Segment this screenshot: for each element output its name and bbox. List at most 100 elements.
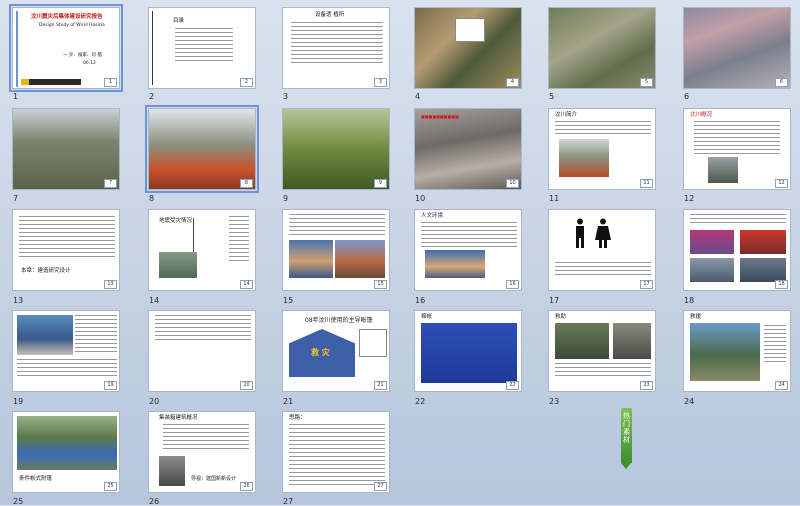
- slide-number: 3: [283, 92, 289, 101]
- slide-number: 5: [549, 92, 555, 101]
- slide-photo: [289, 240, 333, 278]
- slide-thumbnail[interactable]: 8: [145, 105, 259, 193]
- page-indicator: 17: [640, 280, 653, 289]
- slide-thumbnail[interactable]: 棉帐 22: [414, 310, 522, 392]
- slide-photo: [740, 258, 786, 282]
- page-indicator: 7: [104, 179, 117, 188]
- page-indicator: 25: [104, 482, 117, 491]
- slide-number: 22: [415, 397, 426, 406]
- slide-thumbnail[interactable]: 汶川震灾后集体建设研究报告 Design Study of Wirid Hasi…: [9, 4, 123, 92]
- slide-thumbnail[interactable]: 救援 24: [683, 310, 791, 392]
- slide-thumbnail[interactable]: 18: [683, 209, 791, 291]
- slide-thumbnail[interactable]: 15: [282, 209, 390, 291]
- slide-thumbnail[interactable]: 4: [414, 7, 522, 89]
- slide-thumbnail[interactable]: 救助 23: [548, 310, 656, 392]
- slide-thumbnail[interactable]: 7: [12, 108, 120, 190]
- slide-thumbnail[interactable]: 设备遗 植所 3: [282, 7, 390, 89]
- slide-number: 23: [549, 397, 560, 406]
- page-indicator: 4: [506, 78, 519, 87]
- tent-banner: 救 灾: [311, 348, 330, 357]
- slide-title: 设备遗 植所: [315, 12, 345, 18]
- text-block: [163, 424, 249, 452]
- slide-thumbnail[interactable]: 人文环境 16: [414, 209, 522, 291]
- text-block: [175, 28, 233, 62]
- slide-title: 北川概况: [690, 112, 713, 118]
- text-block: [75, 315, 117, 355]
- text-block: [555, 121, 651, 137]
- slide-thumbnail[interactable]: 08年汶川使用的主导帐篷 救 灾 21: [282, 310, 390, 392]
- slide-thumbnail[interactable]: 6: [683, 7, 791, 89]
- slide-thumbnail[interactable]: 集装箱建筑概况 导视：建国新新设计 26: [148, 411, 256, 493]
- slide-thumbnail[interactable]: 目录 2: [148, 7, 256, 89]
- slide-title: 地震受灾情况: [159, 218, 193, 224]
- connector-lines: [193, 218, 226, 262]
- page-indicator: 10: [506, 179, 519, 188]
- slide-thumbnail[interactable]: 思路： 27: [282, 411, 390, 493]
- slide-title: 人文环境: [421, 213, 444, 219]
- slide-thumbnail[interactable]: ■■■■■■■■■■ 10: [414, 108, 522, 190]
- text-block: [155, 315, 251, 343]
- frame-line: [16, 11, 18, 87]
- slide-number: 7: [13, 194, 19, 203]
- page-indicator: 24: [775, 381, 788, 390]
- page-indicator: 9: [374, 179, 387, 188]
- slide-subtitle: Design Study of Wirid Hasiria: [39, 23, 105, 28]
- page-indicator: 27: [374, 482, 387, 491]
- slide-title: 集装箱建筑概况: [159, 415, 198, 421]
- slide-number: 20: [149, 397, 160, 406]
- slide-thumbnail[interactable]: 20: [148, 310, 256, 392]
- slide-number: 12: [684, 194, 695, 203]
- slide-title: 救援: [690, 314, 702, 320]
- page-indicator: 5: [640, 78, 653, 87]
- slide-author: 一 岁、候家、刘 猶: [63, 53, 102, 58]
- slide-photo: [17, 315, 73, 355]
- text-block: [229, 216, 249, 262]
- page-indicator: 23: [640, 381, 653, 390]
- slide-date: 06.12: [83, 61, 96, 66]
- text-block: [555, 262, 651, 278]
- slide-photo: [159, 252, 197, 278]
- slide-thumbnail[interactable]: 本章：建造研究设计 13: [12, 209, 120, 291]
- slide-photo: [425, 250, 485, 278]
- slide-thumbnail[interactable]: 地震受灾情况 14: [148, 209, 256, 291]
- text-block: [289, 424, 385, 486]
- slide-thumbnail[interactable]: 汶川简介 11: [548, 108, 656, 190]
- slide-title: 汶川简介: [555, 112, 578, 118]
- slide-title: 棉帐: [421, 314, 433, 320]
- text-block: [555, 363, 651, 379]
- hot-materials-tag[interactable]: 热门素材: [621, 408, 632, 469]
- text-block: [17, 359, 117, 379]
- slide-number: 9: [283, 194, 289, 203]
- slide-footer: 导视：建国新新设计: [191, 476, 237, 482]
- logo-mark: [21, 79, 29, 85]
- slide-title: 08年汶川使用的主导帐篷: [305, 317, 373, 324]
- slide-number: 16: [415, 296, 426, 305]
- slide-number: 6: [684, 92, 690, 101]
- slide-thumbnail[interactable]: 北川概况 12: [683, 108, 791, 190]
- slide-number: 1: [13, 92, 19, 101]
- slide-photo: [159, 456, 185, 486]
- slide-number: 11: [549, 194, 560, 203]
- slide-thumbnail[interactable]: 5: [548, 7, 656, 89]
- slide-number: 15: [283, 296, 294, 305]
- slide-photo: [690, 258, 734, 282]
- slide-number: 14: [149, 296, 160, 305]
- page-indicator: 8: [240, 179, 253, 188]
- page-indicator: 22: [506, 381, 519, 390]
- slide-title: 救助: [555, 314, 567, 320]
- slide-photo: [740, 230, 786, 254]
- page-indicator: 20: [240, 381, 253, 390]
- slide-thumbnail[interactable]: 9: [282, 108, 390, 190]
- page-indicator: 3: [374, 78, 387, 87]
- slide-photo: [555, 323, 609, 359]
- slide-thumbnail[interactable]: 19: [12, 310, 120, 392]
- slide-title: 目录: [173, 18, 185, 24]
- slide-number: 24: [684, 397, 695, 406]
- slide-thumbnail[interactable]: 17: [548, 209, 656, 291]
- slide-number: 19: [13, 397, 24, 406]
- page-indicator: 16: [506, 280, 519, 289]
- text-block: [289, 214, 385, 236]
- page-indicator: 19: [104, 381, 117, 390]
- page-indicator: 18: [775, 280, 788, 289]
- slide-thumbnail[interactable]: 条件帐式附篷 25: [12, 411, 120, 493]
